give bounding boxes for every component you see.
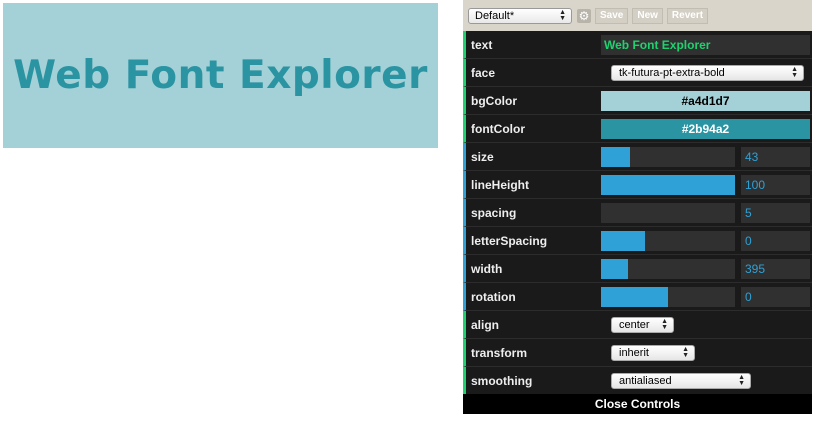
row-label: letterSpacing (471, 233, 548, 248)
width-number-input[interactable]: 395 (741, 259, 810, 279)
align-select[interactable]: center ▲ ▼ (611, 317, 674, 333)
row-label: bgColor (471, 93, 517, 108)
preview-text: Web Font Explorer (13, 53, 428, 98)
row-label: spacing (471, 205, 517, 220)
revert-button[interactable]: Revert (666, 7, 709, 24)
controls-panel: Default* ▲ ▼ ⚙ Save New Revert text Web F… (463, 0, 812, 414)
row-label: text (471, 37, 493, 52)
slider-fill (601, 147, 631, 167)
row-transform: transform inherit ▲ ▼ (463, 339, 812, 367)
close-controls-button[interactable]: Close Controls (463, 394, 812, 414)
size-number-input[interactable]: 43 (741, 147, 810, 167)
chevron-updown-icon: ▲ ▼ (738, 374, 745, 387)
row-size: size 43 (463, 143, 812, 171)
face-select[interactable]: tk-futura-pt-extra-bold ▲ ▼ (611, 65, 804, 81)
letterspacing-slider[interactable] (601, 231, 735, 251)
slider-fill (601, 175, 735, 195)
row-label: face (471, 65, 496, 80)
letterspacing-number-input[interactable]: 0 (741, 231, 810, 251)
transform-value: inherit (619, 347, 649, 359)
row-label: transform (471, 345, 528, 360)
bgcolor-field[interactable]: #a4d1d7 (601, 91, 810, 111)
smoothing-value: antialiased (619, 375, 672, 387)
spacing-slider[interactable] (601, 203, 735, 223)
row-smoothing: smoothing antialiased ▲ ▼ (463, 367, 812, 395)
slider-fill (601, 231, 646, 251)
row-label: align (471, 317, 500, 332)
new-button[interactable]: New (632, 7, 663, 24)
row-label: size (471, 149, 494, 164)
chevron-updown-icon: ▲ ▼ (682, 346, 689, 359)
row-label: smoothing (471, 373, 533, 388)
row-face: face tk-futura-pt-extra-bold ▲ ▼ (463, 59, 812, 87)
lineheight-slider[interactable] (601, 175, 735, 195)
align-value: center (619, 319, 650, 331)
font-preview: Web Font Explorer (3, 3, 438, 148)
text-input[interactable]: Web Font Explorer (601, 35, 810, 55)
rotation-slider[interactable] (601, 287, 735, 307)
row-label: lineHeight (471, 177, 530, 192)
row-rotation: rotation 0 (463, 283, 812, 311)
row-letterspacing: letterSpacing 0 (463, 227, 812, 255)
preset-bar: Default* ▲ ▼ ⚙ Save New Revert (463, 0, 812, 31)
row-label: width (471, 261, 503, 276)
preset-select[interactable]: Default* ▲ ▼ (468, 7, 572, 24)
smoothing-select[interactable]: antialiased ▲ ▼ (611, 373, 751, 389)
width-slider[interactable] (601, 259, 735, 279)
row-lineheight: lineHeight 100 (463, 171, 812, 199)
slider-fill (601, 259, 628, 279)
size-slider[interactable] (601, 147, 735, 167)
row-fontcolor: fontColor #2b94a2 (463, 115, 812, 143)
chevron-updown-icon: ▲ ▼ (791, 66, 798, 79)
fontcolor-field[interactable]: #2b94a2 (601, 119, 810, 139)
row-spacing: spacing 5 (463, 199, 812, 227)
row-align: align center ▲ ▼ (463, 311, 812, 339)
transform-select[interactable]: inherit ▲ ▼ (611, 345, 695, 361)
save-button[interactable]: Save (595, 7, 629, 24)
row-label: rotation (471, 289, 516, 304)
lineheight-number-input[interactable]: 100 (741, 175, 810, 195)
row-label: fontColor (471, 121, 525, 136)
rotation-number-input[interactable]: 0 (741, 287, 810, 307)
face-value: tk-futura-pt-extra-bold (619, 67, 725, 79)
gear-icon[interactable]: ⚙ (577, 8, 591, 23)
chevron-updown-icon: ▲ ▼ (559, 8, 566, 22)
row-text: text Web Font Explorer (463, 31, 812, 59)
spacing-number-input[interactable]: 5 (741, 203, 810, 223)
row-width: width 395 (463, 255, 812, 283)
slider-fill (601, 287, 668, 307)
chevron-updown-icon: ▲ ▼ (661, 318, 668, 331)
row-bgcolor: bgColor #a4d1d7 (463, 87, 812, 115)
preset-value: Default* (475, 9, 515, 22)
